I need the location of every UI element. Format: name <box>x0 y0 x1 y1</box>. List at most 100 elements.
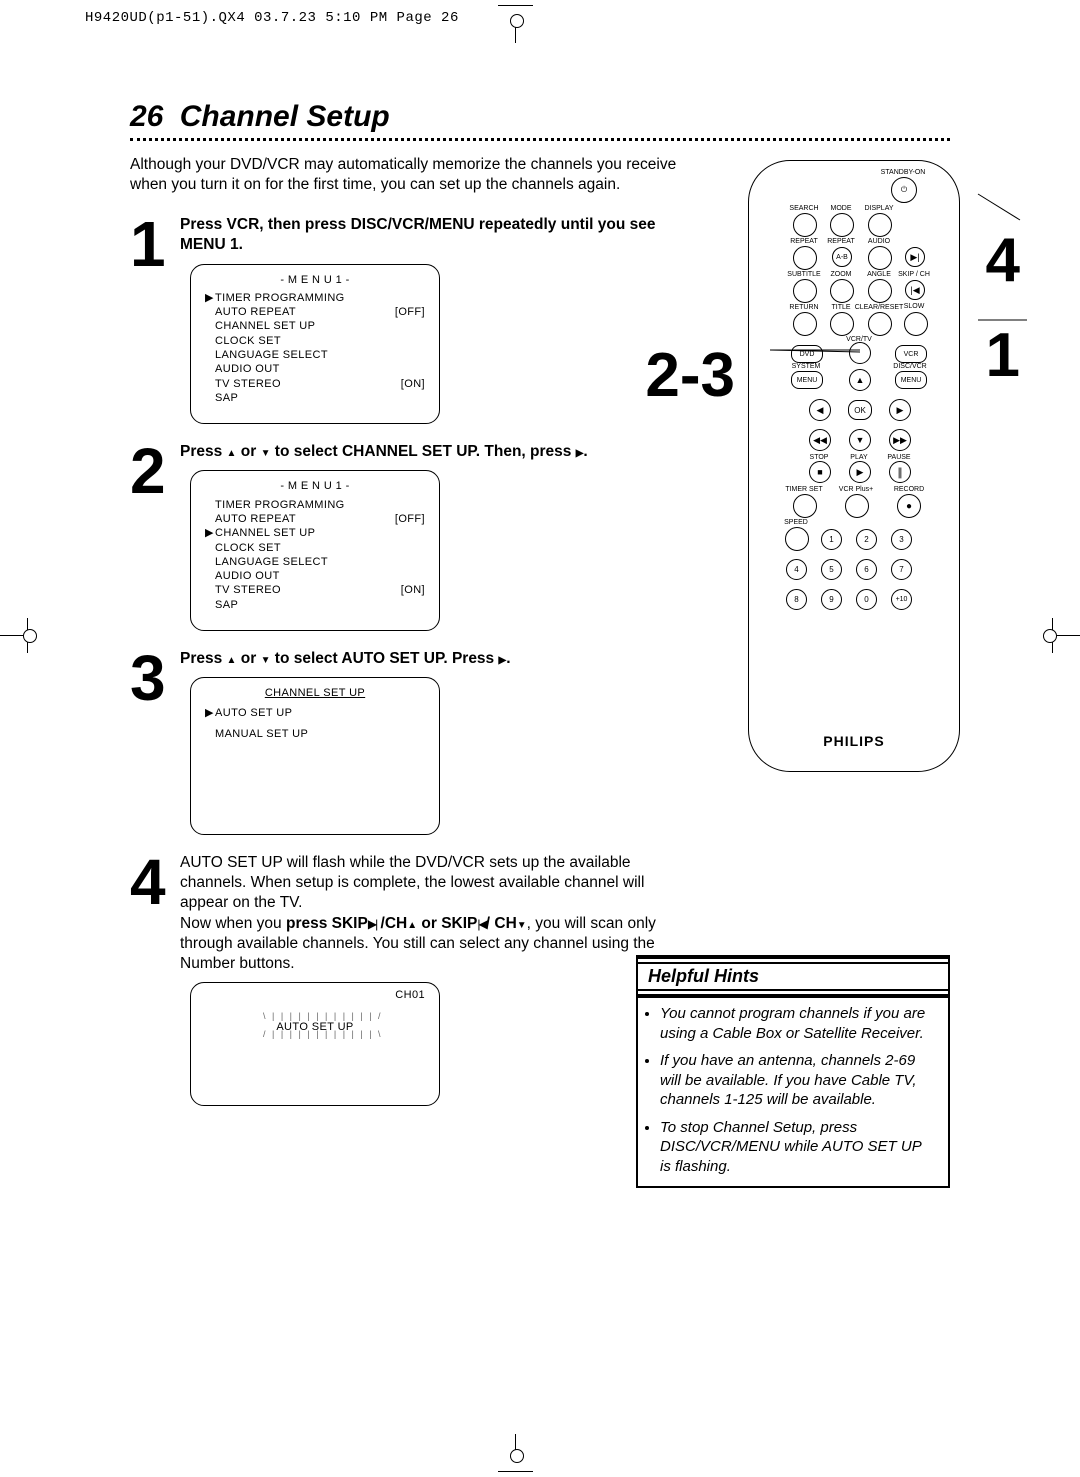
osd-item: TV STEREO[ON] <box>205 377 425 391</box>
crop-mark-circle <box>23 629 37 643</box>
osd-selector-icon: ▶ <box>205 706 215 720</box>
intro-text: Although your DVD/VCR may automatically … <box>130 155 690 195</box>
page-number: 26 <box>130 100 163 133</box>
osd-selector-icon <box>205 377 215 391</box>
helpful-hints-title: Helpful Hints <box>638 962 948 991</box>
hint-item: To stop Channel Setup, press DISC/VCR/ME… <box>660 1118 934 1177</box>
hint-item: You cannot program channels if you are u… <box>660 1004 934 1043</box>
osd-item: AUTO REPEAT[OFF] <box>205 305 425 319</box>
dotted-separator <box>130 138 950 141</box>
osd-item-label: TIMER PROGRAMMING <box>215 498 425 512</box>
down-arrow-icon <box>261 650 271 667</box>
osd-item-value: [ON] <box>401 377 425 391</box>
osd-item-label: TV STEREO <box>215 583 401 597</box>
numpad-6[interactable]: 6 <box>856 559 877 580</box>
numpad-7[interactable]: 7 <box>891 559 912 580</box>
osd-item-label: SAP <box>215 391 425 405</box>
osd-title: CHANNEL SET UP <box>205 686 425 700</box>
osd-item-label: MANUAL SET UP <box>215 727 425 741</box>
down-arrow-icon <box>261 443 271 460</box>
osd-auto-setup: CH01 \ | | | | | | | | | | | | // | | | … <box>190 982 440 1106</box>
crop-mark <box>498 5 533 6</box>
osd-item: AUTO REPEAT[OFF] <box>205 512 425 526</box>
osd-menu-1: - M E N U 1 - ▶TIMER PROGRAMMINGAUTO REP… <box>190 264 440 425</box>
numpad-4[interactable]: 4 <box>786 559 807 580</box>
section-name: Channel Setup <box>180 100 390 133</box>
osd-item: TIMER PROGRAMMING <box>205 498 425 512</box>
numpad-plus10[interactable]: +10 <box>891 589 912 610</box>
osd-item: ▶AUTO SET UP <box>205 706 425 720</box>
osd-selector-icon <box>205 598 215 612</box>
osd-selector-icon <box>205 362 215 376</box>
osd-selector-icon <box>205 555 215 569</box>
hint-item: If you have an antenna, channels 2-69 wi… <box>660 1051 934 1110</box>
numpad-5[interactable]: 5 <box>821 559 842 580</box>
osd-item-label: CHANNEL SET UP <box>215 526 425 540</box>
osd-item-label: AUTO REPEAT <box>215 512 395 526</box>
crop-mark-circle <box>1043 629 1057 643</box>
osd-item-label: SAP <box>215 598 425 612</box>
osd-item-label: AUTO REPEAT <box>215 305 395 319</box>
osd-item: CHANNEL SET UP <box>205 319 425 333</box>
osd-item-label: CHANNEL SET UP <box>215 319 425 333</box>
numpad-9[interactable]: 9 <box>821 589 842 610</box>
helpful-hints-box: Helpful Hints You cannot program channel… <box>636 955 950 1188</box>
up-arrow-icon <box>407 915 417 932</box>
osd-channel-indicator: CH01 <box>205 989 425 1001</box>
numpad-0[interactable]: 0 <box>856 589 877 610</box>
osd-title: - M E N U 1 - <box>205 479 425 493</box>
step-4-text: AUTO SET UP will flash while the DVD/VCR… <box>180 853 660 974</box>
osd-item: TV STEREO[ON] <box>205 583 425 597</box>
print-header: H9420UD(p1-51).QX4 03.7.23 5:10 PM Page … <box>85 10 459 26</box>
osd-selector-icon <box>205 498 215 512</box>
osd-title: - M E N U 1 - <box>205 273 425 287</box>
osd-item-label: AUDIO OUT <box>215 569 425 583</box>
crop-mark <box>498 1471 533 1472</box>
callout-2-3: 2-3 <box>645 340 735 411</box>
osd-selector-icon <box>205 727 215 741</box>
osd-item: CLOCK SET <box>205 334 425 348</box>
osd-item: MANUAL SET UP <box>205 727 425 741</box>
osd-item-value: [ON] <box>401 583 425 597</box>
crop-mark-circle <box>510 14 524 28</box>
callout-1: 1 <box>986 320 1020 391</box>
crop-mark-circle <box>510 1449 524 1463</box>
skip-back-icon <box>477 915 485 932</box>
step-number: 2 <box>130 446 180 497</box>
osd-item: ▶CHANNEL SET UP <box>205 526 425 540</box>
osd-selector-icon <box>205 334 215 348</box>
osd-item-value: [OFF] <box>395 305 425 319</box>
osd-item: SAP <box>205 391 425 405</box>
osd-item-value: [OFF] <box>395 512 425 526</box>
osd-item: AUDIO OUT <box>205 362 425 376</box>
osd-auto-setup-label: AUTO SET UP <box>191 1021 439 1033</box>
osd-item-label: TIMER PROGRAMMING <box>215 291 425 305</box>
osd-item-label: CLOCK SET <box>215 541 425 555</box>
numpad-8[interactable]: 8 <box>786 589 807 610</box>
brand-logo: PHILIPS <box>749 733 959 749</box>
osd-item: LANGUAGE SELECT <box>205 348 425 362</box>
osd-item: ▶TIMER PROGRAMMING <box>205 291 425 305</box>
osd-item: CLOCK SET <box>205 541 425 555</box>
up-arrow-icon <box>227 650 237 667</box>
osd-menu-2: - M E N U 1 - TIMER PROGRAMMINGAUTO REPE… <box>190 470 440 631</box>
osd-item: AUDIO OUT <box>205 569 425 583</box>
osd-selector-icon <box>205 348 215 362</box>
osd-item-label: CLOCK SET <box>215 334 425 348</box>
down-arrow-icon <box>517 915 527 932</box>
callout-4: 4 <box>986 225 1020 296</box>
page-title: 26 Channel Setup <box>130 100 950 134</box>
osd-selector-icon <box>205 569 215 583</box>
helpful-hints-list: You cannot program channels if you are u… <box>660 1004 934 1176</box>
osd-item-label: TV STEREO <box>215 377 401 391</box>
osd-channel-setup: CHANNEL SET UP ▶AUTO SET UP MANUAL SET UP <box>190 677 440 835</box>
osd-selector-icon: ▶ <box>205 291 215 305</box>
osd-selector-icon <box>205 541 215 555</box>
step-1-instruction: Press VCR, then press DISC/VCR/MENU repe… <box>180 215 660 255</box>
osd-selector-icon <box>205 391 215 405</box>
osd-item-label: AUDIO OUT <box>215 362 425 376</box>
up-arrow-icon <box>227 443 237 460</box>
osd-selector-icon <box>205 319 215 333</box>
osd-item: SAP <box>205 598 425 612</box>
osd-item-label: LANGUAGE SELECT <box>215 348 425 362</box>
